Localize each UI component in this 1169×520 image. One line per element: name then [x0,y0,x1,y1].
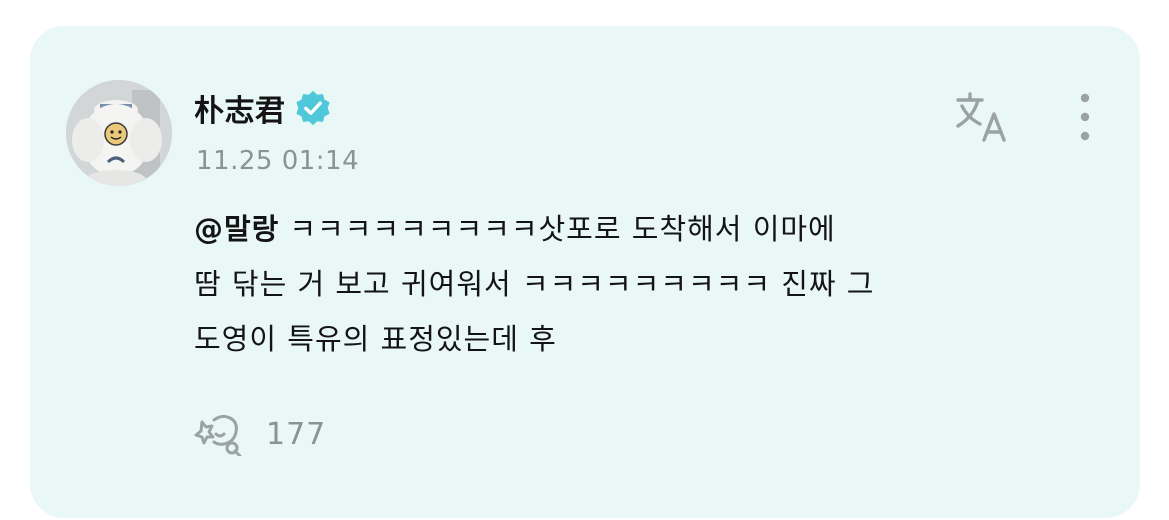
post-text-line: 도영이 특유의 표정있는데 후 [194,322,557,356]
post-text-line: 땀 닦는 거 보고 귀여워서 ㅋㅋㅋㅋㅋㅋㅋㅋㅋ 진짜 그 [194,267,875,301]
more-options-button[interactable] [1068,90,1102,146]
author-row: 朴志君 [194,86,332,130]
post-body: @말랑 ㅋㅋㅋㅋㅋㅋㅋㅋㅋ삿포로 도착해서 이마에 땀 닦는 거 보고 귀여워서 … [194,202,1094,367]
translate-icon [956,92,1006,142]
post-footer: 177 [192,412,326,456]
post-timestamp: 11.25 01:14 [196,146,360,176]
avatar-image [66,80,172,186]
author-name[interactable]: 朴志君 [194,86,286,130]
verified-badge-icon [295,90,330,126]
post-card: 朴志君 11.25 01:14 @말랑ㅋㅋㅋㅋㅋㅋㅋㅋㅋ삿포로 도착해서 이마 [30,26,1140,518]
post-text-line: @말랑 ㅋㅋㅋㅋㅋㅋㅋㅋㅋ삿포로 도착해서 이마에 [194,202,1094,257]
translate-button[interactable] [952,88,1016,148]
like-count: 177 [266,416,327,452]
mention-link[interactable]: @말랑 [194,212,279,246]
like-icon[interactable] [192,412,250,456]
post-text-segment: ㅋㅋㅋㅋㅋㅋㅋㅋㅋ삿포로 도착해서 이마에 [289,212,836,246]
avatar[interactable] [66,80,172,186]
more-vertical-icon [1080,93,1090,141]
